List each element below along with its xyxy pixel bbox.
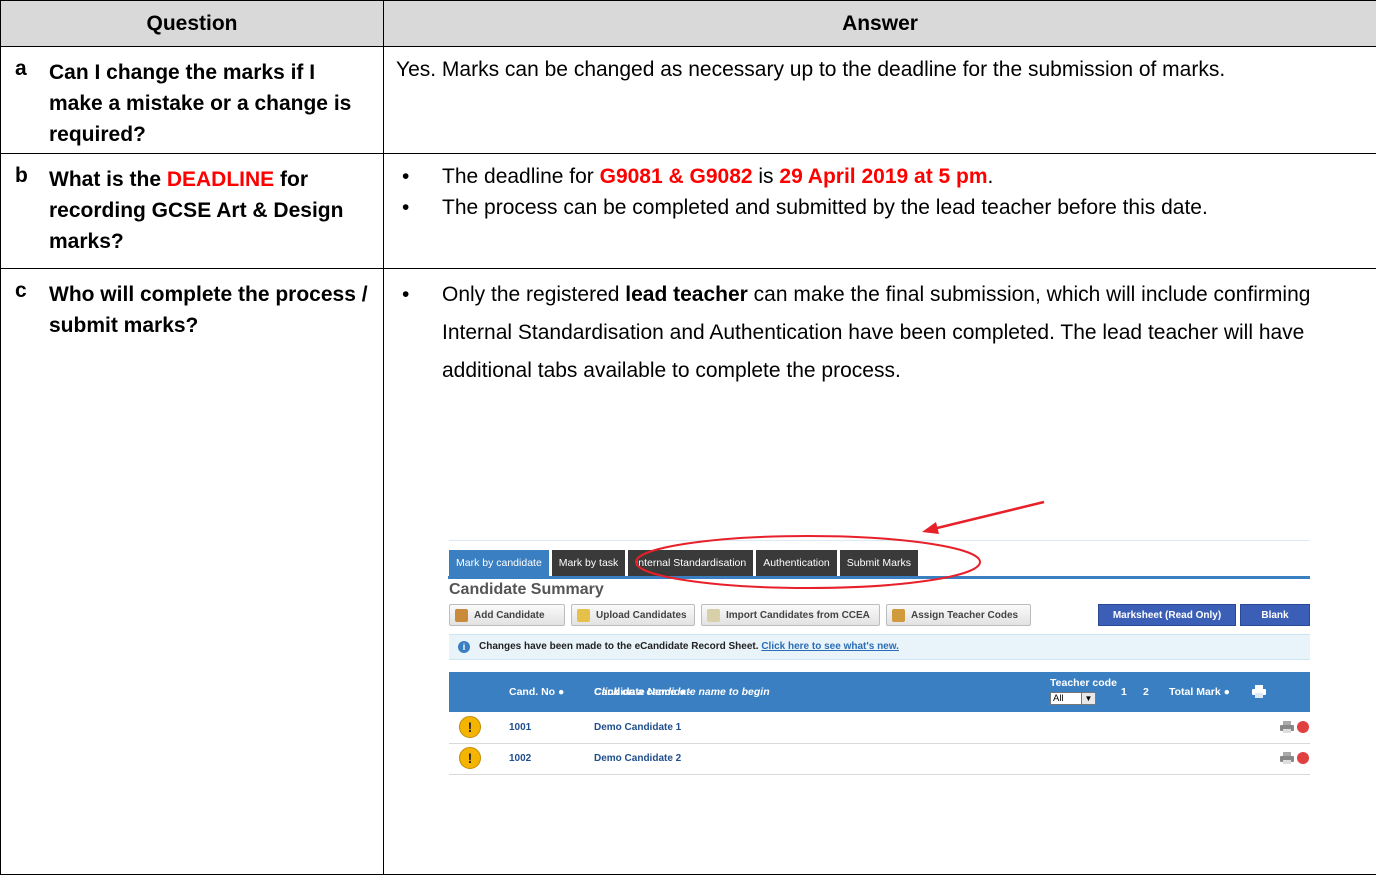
annotation-overlay	[0, 0, 1376, 874]
highlight-ellipse	[636, 536, 980, 588]
arrowhead-icon	[922, 522, 939, 534]
annotation-arrow	[933, 502, 1044, 529]
